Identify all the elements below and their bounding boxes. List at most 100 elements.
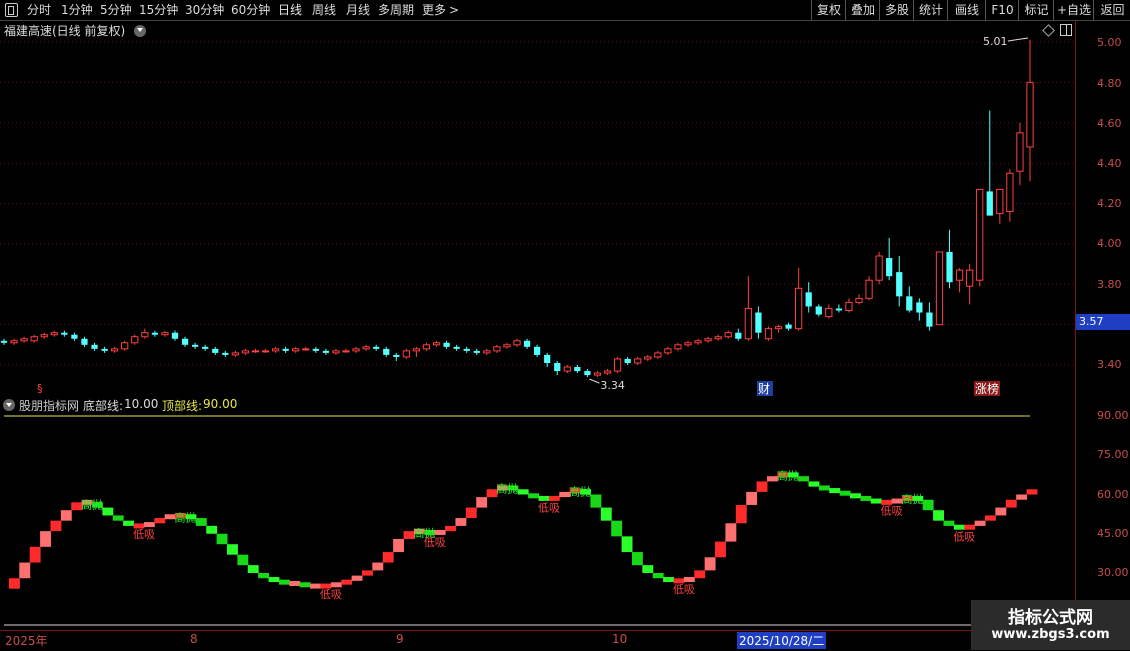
candlestick-chart[interactable]: 5.01 3.34 § 财 涨榜 xyxy=(0,20,1075,396)
candle-body xyxy=(735,332,742,339)
period-tab-60min[interactable]: 60分钟 xyxy=(231,2,270,18)
candle-body xyxy=(473,350,480,353)
candle-body xyxy=(916,302,923,313)
sell-signal-label: 高抛 xyxy=(777,469,799,483)
indicator-bar xyxy=(393,538,405,553)
candle-body xyxy=(30,336,38,342)
indicator-bar xyxy=(40,531,51,547)
candle-body xyxy=(593,372,602,376)
price-tick: 4.00 xyxy=(1097,237,1122,250)
period-tab-weekly[interactable]: 周线 xyxy=(312,2,336,18)
price-tick: 4.20 xyxy=(1097,197,1122,210)
candle-body xyxy=(704,338,712,342)
candle-body xyxy=(825,307,833,318)
candle-body xyxy=(855,297,863,303)
indicator-bar xyxy=(382,552,394,563)
indicator-bar xyxy=(652,573,664,579)
candle-body xyxy=(432,342,441,346)
candle-body xyxy=(302,348,310,351)
indicator-bar xyxy=(694,570,706,579)
indicator-bar xyxy=(278,579,290,585)
period-tab-monthly[interactable]: 月线 xyxy=(346,2,370,18)
indicator-bar xyxy=(361,570,373,576)
period-tab-timeshare[interactable]: 分时 xyxy=(27,2,51,18)
event-marker: § xyxy=(37,382,43,395)
indicator-bar xyxy=(528,493,540,499)
candle-body xyxy=(584,371,591,376)
candle-body xyxy=(785,324,792,329)
period-tab-daily[interactable]: 日线 xyxy=(278,2,302,18)
mark-button[interactable]: 标记 xyxy=(1018,0,1054,20)
candle-body xyxy=(906,296,913,311)
period-tab-30min[interactable]: 30分钟 xyxy=(185,2,224,18)
candle-body xyxy=(744,307,752,340)
restore-rights-button[interactable]: 复权 xyxy=(811,0,846,20)
candle-body xyxy=(312,348,319,351)
candle-body xyxy=(976,188,984,281)
candle-body xyxy=(875,255,883,281)
candle-body xyxy=(131,336,139,344)
window-icon[interactable] xyxy=(5,3,18,17)
indicator-bar xyxy=(870,498,882,504)
indicator-tick: 90.00 xyxy=(1097,409,1129,422)
indicator-bar xyxy=(621,536,633,553)
period-tab-multi[interactable]: 多周期 xyxy=(378,2,414,18)
candle-body xyxy=(1026,81,1034,148)
candle-body xyxy=(271,348,280,352)
back-button[interactable]: 返回 xyxy=(1093,0,1130,20)
candle-body xyxy=(1006,172,1014,213)
indicator-bar xyxy=(226,544,238,555)
buy-signal-label: 低吸 xyxy=(538,502,560,515)
overlay-button[interactable]: 叠加 xyxy=(845,0,880,20)
candle-body xyxy=(241,350,250,354)
indicator-bar xyxy=(237,554,249,566)
indicator-tick: 45.00 xyxy=(1097,527,1129,540)
indicator-tick: 75.00 xyxy=(1097,448,1129,461)
indicator-bar xyxy=(465,507,477,519)
indicator-bar xyxy=(829,488,841,494)
candle-body xyxy=(503,344,511,348)
indicator-bar xyxy=(964,524,976,530)
period-tab-1min[interactable]: 1分钟 xyxy=(61,2,93,18)
candle-body xyxy=(453,346,460,349)
price-tick: 3.40 xyxy=(1097,358,1122,371)
period-tab-5min[interactable]: 5分钟 xyxy=(100,2,132,18)
candle-body xyxy=(795,287,803,330)
indicator-bar xyxy=(268,577,280,583)
candle-body xyxy=(20,338,28,342)
candle-body xyxy=(996,188,1004,215)
add-favorite-button[interactable]: +自选 xyxy=(1053,0,1094,20)
low-arrow xyxy=(589,378,600,384)
statistics-button[interactable]: 统计 xyxy=(913,0,948,20)
indicator-bar xyxy=(725,523,737,542)
indicator-bar xyxy=(943,520,955,526)
indicator-bar xyxy=(154,518,166,524)
candle-body xyxy=(202,346,209,349)
site-watermark: 指标公式网 www.zbgs3.com xyxy=(971,600,1130,650)
price-tick: 4.80 xyxy=(1097,77,1122,90)
candle-body xyxy=(845,301,853,311)
candle-body xyxy=(865,279,873,299)
indicator-chart[interactable]: 高抛低吸高抛低吸高抛低吸高抛低吸高抛低吸高抛低吸高抛低吸 xyxy=(0,396,1075,630)
indicator-bar xyxy=(476,497,488,508)
chevron-right-icon[interactable]: > xyxy=(449,2,459,18)
multi-stock-button[interactable]: 多股 xyxy=(879,0,914,20)
period-tab-15min[interactable]: 15分钟 xyxy=(139,2,178,18)
indicator-bar xyxy=(143,522,155,528)
period-tab-more[interactable]: 更多 xyxy=(422,2,446,18)
gainer-marker: 涨榜 xyxy=(975,381,999,396)
candle-body xyxy=(574,367,581,372)
draw-line-button[interactable]: 画线 xyxy=(947,0,986,20)
candle-body xyxy=(886,258,893,277)
indicator-bar xyxy=(434,529,446,535)
indicator-bar xyxy=(372,562,384,571)
candle-body xyxy=(0,340,8,343)
candle-body xyxy=(191,344,199,347)
f10-button[interactable]: F10 xyxy=(985,0,1019,20)
candle-body xyxy=(835,308,843,311)
indicator-bar xyxy=(860,495,872,501)
candle-body xyxy=(261,350,270,353)
indicator-bar xyxy=(590,494,602,508)
indicator-bar xyxy=(933,510,944,521)
buy-signal-label: 低吸 xyxy=(673,583,695,596)
